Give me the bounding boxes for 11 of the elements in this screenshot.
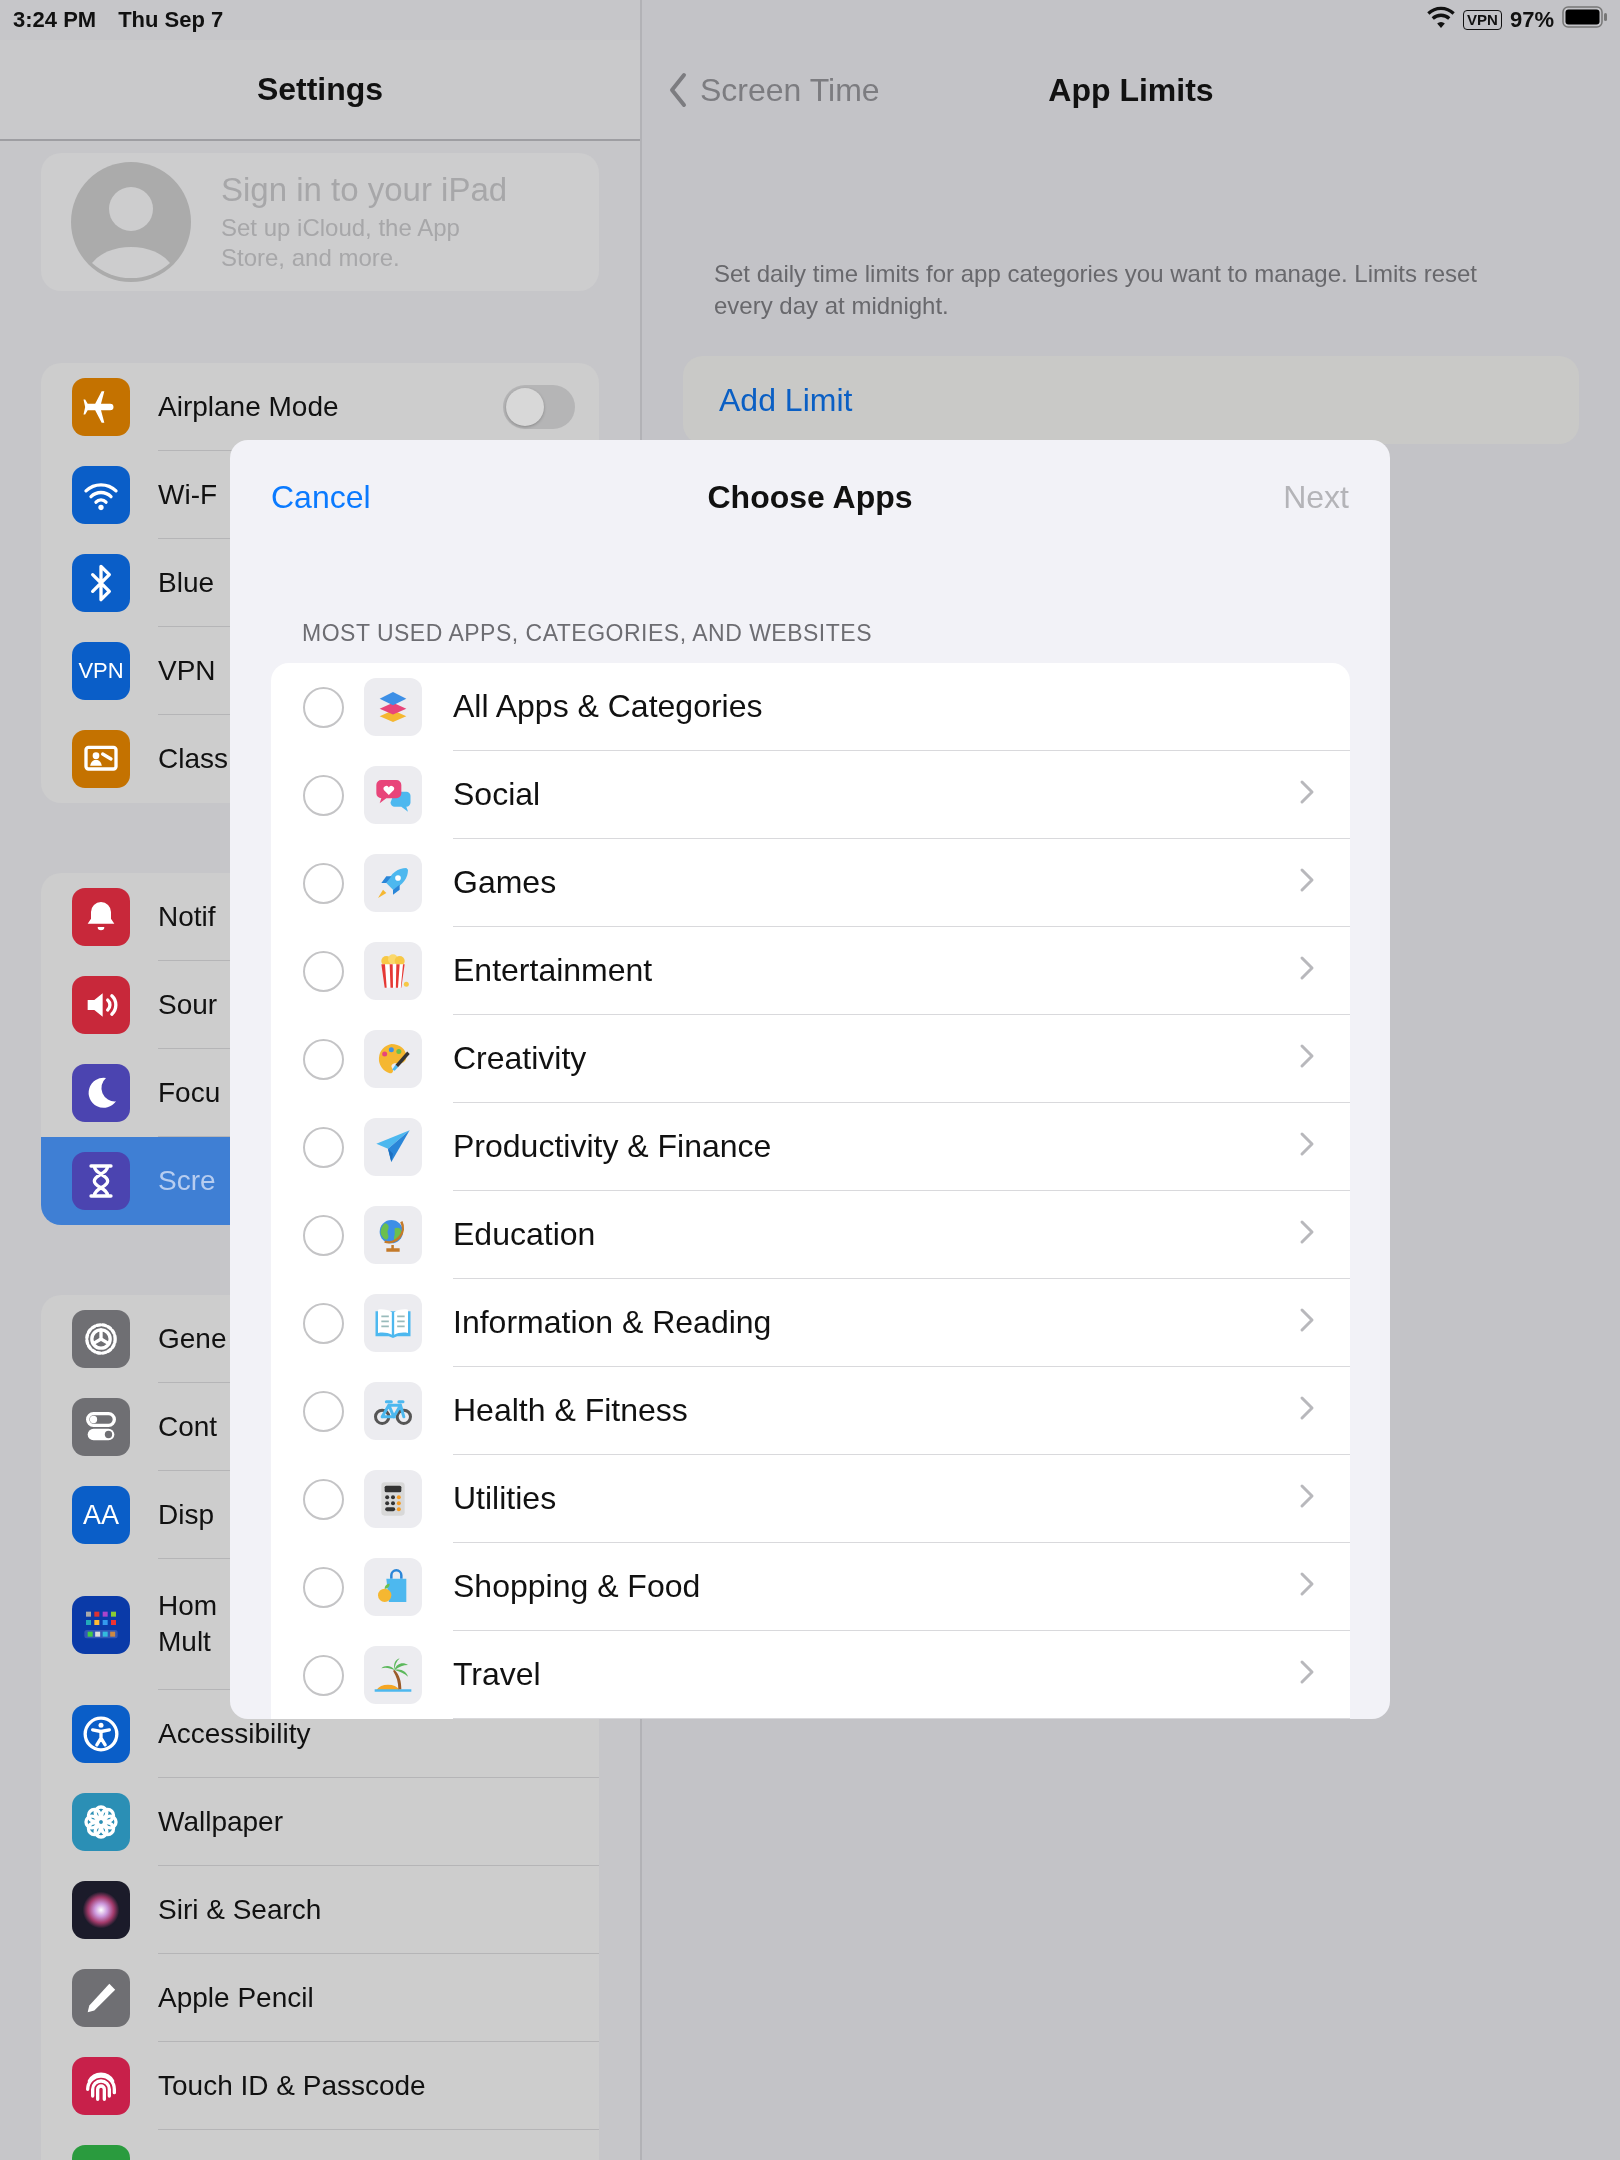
display-icon: AA xyxy=(72,1486,130,1544)
sidebar-title: Settings xyxy=(256,71,384,108)
status-date: Thu Sep 7 xyxy=(118,7,224,33)
page-title: App Limits xyxy=(1048,71,1214,109)
description-text: Set daily time limits for app categories you want to manage. Limits reset every day at midnight. xyxy=(714,259,1478,321)
vpn-status-label: VPN xyxy=(1463,10,1502,30)
vpn-icon: VPN xyxy=(72,642,130,700)
sheet-title: Choose Apps xyxy=(707,478,913,516)
section-header: MOST USED APPS, CATEGORIES, AND WEBSITES xyxy=(301,619,873,648)
battery-percent: 97% xyxy=(1509,7,1554,33)
status-time: 3:24 PM xyxy=(13,7,97,33)
